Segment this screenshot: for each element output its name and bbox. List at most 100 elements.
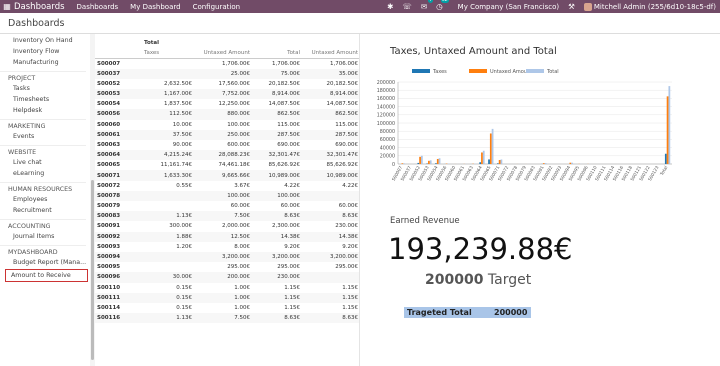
menu-configuration[interactable]: Configuration (193, 3, 240, 11)
table-row[interactable]: S00007 1,706.00€ 1,706.00€ 1,706.00€ (95, 58, 360, 68)
table-row[interactable]: S00065 11,161.74€ 74,461.18€ 85,626.92€ 85,6… (95, 160, 360, 170)
row-header[interactable]: S00060 (95, 120, 142, 130)
user-menu[interactable]: Mitchell Admin (255/6d10-18c5-df) (583, 2, 716, 11)
sidebar-group-website: WEBSITE (8, 149, 37, 156)
group-header[interactable]: Total (142, 38, 194, 48)
table-row[interactable]: S00053 1,167.00€ 7,752.00€ 8,914.00€ 8,914.0… (95, 88, 360, 100)
legend-label: Total (546, 69, 559, 75)
table-cell (142, 201, 194, 211)
bar-total (420, 155, 423, 164)
row-header[interactable]: S00111 (95, 292, 142, 303)
table-cell: 85,626.92€ (326, 162, 359, 169)
row-header[interactable]: S00063 (95, 140, 142, 150)
menu-dashboards[interactable]: Dashboards (77, 3, 119, 11)
table-cell: 74,461.18€ (218, 162, 251, 169)
table-row[interactable]: S00079 60.00€ 60.00€ 60.00€ (95, 201, 360, 211)
row-header[interactable]: S00054 (95, 99, 142, 109)
sidebar-item-manufacturing[interactable]: Manufacturing (0, 56, 90, 67)
user-name: Mitchell Admin (255/6d10-18c5-df) (593, 2, 716, 11)
sidebar-item-tasks[interactable]: Tasks (0, 82, 90, 93)
table-row[interactable]: S00064 4,215.24€ 28,088.23€ 32,301.47€ 32,30… (95, 150, 360, 161)
table-row[interactable]: S00095 295.00€ 295.00€ 295.00€ (95, 262, 360, 272)
sidebar-item-events[interactable]: Events (0, 130, 90, 141)
table-row[interactable]: S00114 0.15€ 1.00€ 1.15€ 1.15€ (95, 303, 360, 313)
settings-icon[interactable]: ⚒ (568, 2, 575, 11)
table-row[interactable]: S00111 0.15€ 1.00€ 1.15€ 1.15€ (95, 292, 360, 303)
table-row[interactable]: S00063 90.00€ 600.00€ 690.00€ 690.00€ (95, 140, 360, 150)
table-row[interactable]: S00093 1.20€ 8.00€ 9.20€ 9.20€ (95, 242, 360, 252)
col-header-taxes[interactable]: Taxes (142, 48, 194, 59)
table-row[interactable]: S00078 100.00€ 100.00€ (95, 190, 360, 201)
col-header-untaxed-amount-2[interactable]: Untaxed Amount (302, 48, 360, 59)
app-title[interactable]: Dashboards (14, 2, 65, 12)
row-header[interactable]: S00071 (95, 170, 142, 181)
clock-icon[interactable]: ◷ 62 (436, 0, 449, 11)
sidebar-item-employees[interactable]: Employees (0, 193, 90, 204)
row-header[interactable]: S00053 (95, 88, 142, 100)
table-row[interactable]: S00116 1.13€ 7.50€ 8.63€ 8.63€ (95, 313, 360, 324)
row-header[interactable]: S00096 (95, 272, 142, 283)
table-row[interactable]: S00056 112.50€ 880.00€ 862.50€ 862.50€ (95, 109, 360, 120)
bug-icon[interactable]: ✱ (387, 2, 393, 11)
row-header[interactable]: S00114 (95, 303, 142, 313)
table-cell: 10,989.00€ (302, 170, 360, 181)
phone-icon[interactable]: ☏ (402, 2, 411, 11)
sidebar-item-helpdesk[interactable]: Helpdesk (0, 104, 90, 115)
col-header-total[interactable]: Total (252, 48, 302, 59)
table-cell: 1.15€ (284, 304, 300, 311)
row-header[interactable]: S00007 (95, 58, 142, 68)
table-row[interactable]: S00091 300.00€ 2,000.00€ 2,300.00€ 230.00€ (95, 221, 360, 231)
table-cell: 10.00€ (172, 121, 192, 128)
apps-menu-icon[interactable]: ▦ (0, 2, 14, 11)
sidebar-item-journal-items[interactable]: Journal Items (0, 230, 90, 241)
row-header[interactable]: S00094 (95, 251, 142, 263)
row-header[interactable]: S00110 (95, 283, 142, 293)
table-row[interactable]: S00052 2,632.50€ 17,560.00€ 20,182.50€ 20,18… (95, 79, 360, 89)
sidebar-item-live-chat[interactable]: Live chat (0, 156, 90, 167)
table-row[interactable]: S00054 1,837.50€ 12,250.00€ 14,087.50€ 14,08… (95, 99, 360, 109)
row-header[interactable]: S00052 (95, 79, 142, 89)
table-row[interactable]: S00060 10.00€ 100.00€ 115.00€ 115.00€ (95, 120, 360, 130)
legend-swatch (412, 69, 430, 73)
table-row[interactable]: S00096 30.00€ 200.00€ 230.00€ (95, 272, 360, 283)
sidebar-item-timesheets[interactable]: Timesheets (0, 93, 90, 104)
table-row[interactable]: S00072 0.55€ 3.67€ 4.22€ 4.22€ (95, 181, 360, 191)
company-switcher[interactable]: My Company (San Francisco) (458, 3, 559, 11)
sidebar-item-inventory-flow[interactable]: Inventory Flow (0, 45, 90, 56)
table-row[interactable]: S00061 37.50€ 250.00€ 287.50€ 287.50€ (95, 129, 360, 140)
row-header[interactable]: S00037 (95, 68, 142, 79)
sidebar-group-project: PROJECT (8, 75, 36, 82)
menu-my-dashboard[interactable]: My Dashboard (130, 3, 180, 11)
table-row[interactable]: S00071 1,633.30€ 9,665.66€ 10,989.00€ 10,989… (95, 170, 360, 181)
row-header[interactable]: S00092 (95, 231, 142, 242)
sidebar-scrollbar-thumb[interactable] (91, 180, 94, 360)
row-header[interactable]: S00079 (95, 201, 142, 211)
bar-total (571, 162, 574, 164)
row-header[interactable]: S00116 (95, 313, 142, 324)
chat-icon[interactable]: ✉ 7 (421, 0, 434, 11)
table-row[interactable]: S00092 1.88€ 12.50€ 14.38€ 14.38€ (95, 231, 360, 242)
table-row[interactable]: S00110 0.15€ 1.00€ 1.15€ 1.15€ (95, 283, 360, 293)
row-header[interactable]: S00064 (95, 150, 142, 161)
row-header[interactable]: S00095 (95, 262, 142, 272)
row-header[interactable]: S00061 (95, 129, 142, 140)
row-header[interactable]: S00091 (95, 221, 142, 231)
table-row[interactable]: S00083 1.13€ 7.50€ 8.63€ 8.63€ (95, 211, 360, 222)
sidebar-item-elearning[interactable]: eLearning (0, 167, 90, 178)
table-row[interactable]: S00094 3,200.00€ 3,200.00€ 3,200.00€ (95, 251, 360, 263)
col-header-untaxed-amount[interactable]: Untaxed Amount (194, 48, 252, 59)
row-header[interactable]: S00065 (95, 160, 142, 170)
sidebar-item-amount-to-receive[interactable]: Amount to Receive (5, 269, 88, 282)
row-header[interactable]: S00056 (95, 109, 142, 120)
row-header[interactable]: S00083 (95, 211, 142, 222)
row-header[interactable]: S00072 (95, 181, 142, 191)
table-row[interactable]: S00037 25.00€ 75.00€ 35.00€ (95, 68, 360, 79)
row-header[interactable]: S00093 (95, 242, 142, 252)
sidebar-item-inventory-on-hand[interactable]: Inventory On Hand (0, 34, 90, 45)
table-cell: 1.00€ (234, 304, 250, 311)
table-cell: 295.00€ (335, 264, 358, 271)
bar-untaxed-amount (542, 163, 545, 164)
row-header[interactable]: S00078 (95, 190, 142, 201)
sidebar-item-budget-report[interactable]: Budget Report (Mana... (0, 256, 90, 267)
sidebar-item-recruitment[interactable]: Recruitment (0, 204, 90, 215)
